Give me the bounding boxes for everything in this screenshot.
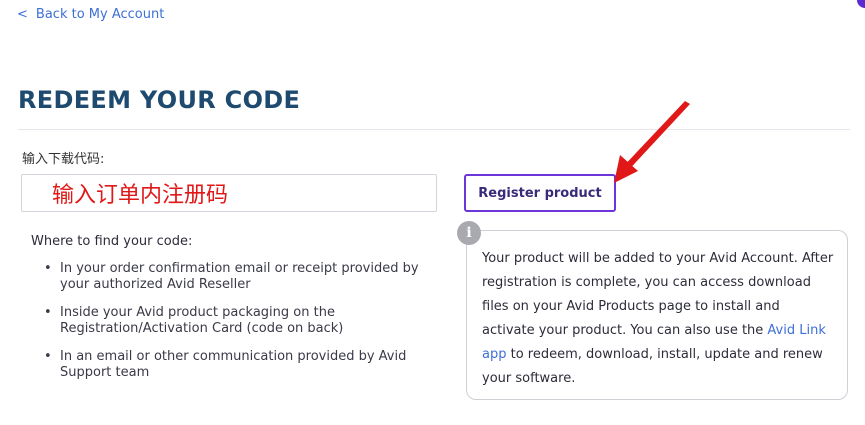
page: < Back to My Account REDEEM YOUR CODE 输入下…: [0, 0, 865, 425]
info-card: i Your product will be added to your Avi…: [457, 221, 848, 400]
page-title: REDEEM YOUR CODE: [18, 86, 301, 114]
back-link-label: Back to My Account: [35, 7, 165, 22]
help-heading: Where to find your code:: [31, 234, 193, 249]
register-product-button[interactable]: Register product: [464, 174, 616, 212]
corner-badge: [857, 0, 865, 8]
code-input[interactable]: [22, 175, 436, 211]
help-item: In an email or other communication provi…: [44, 349, 444, 381]
info-icon: i: [457, 221, 481, 245]
back-to-account-link[interactable]: < Back to My Account: [17, 7, 164, 22]
code-input-container: [21, 174, 437, 212]
help-item: In your order confirmation email or rece…: [44, 261, 444, 293]
red-arrow-annotation: [614, 101, 690, 183]
info-text-after: to redeem, download, install, update and…: [482, 347, 823, 386]
help-item: Inside your Avid product packaging on th…: [44, 305, 444, 337]
info-text: Your product will be added to your Avid …: [482, 247, 835, 391]
divider: [18, 129, 850, 130]
chevron-left-icon: <: [17, 7, 28, 22]
help-list: In your order confirmation email or rece…: [44, 261, 444, 393]
code-field-label: 输入下载代码:: [22, 152, 105, 167]
